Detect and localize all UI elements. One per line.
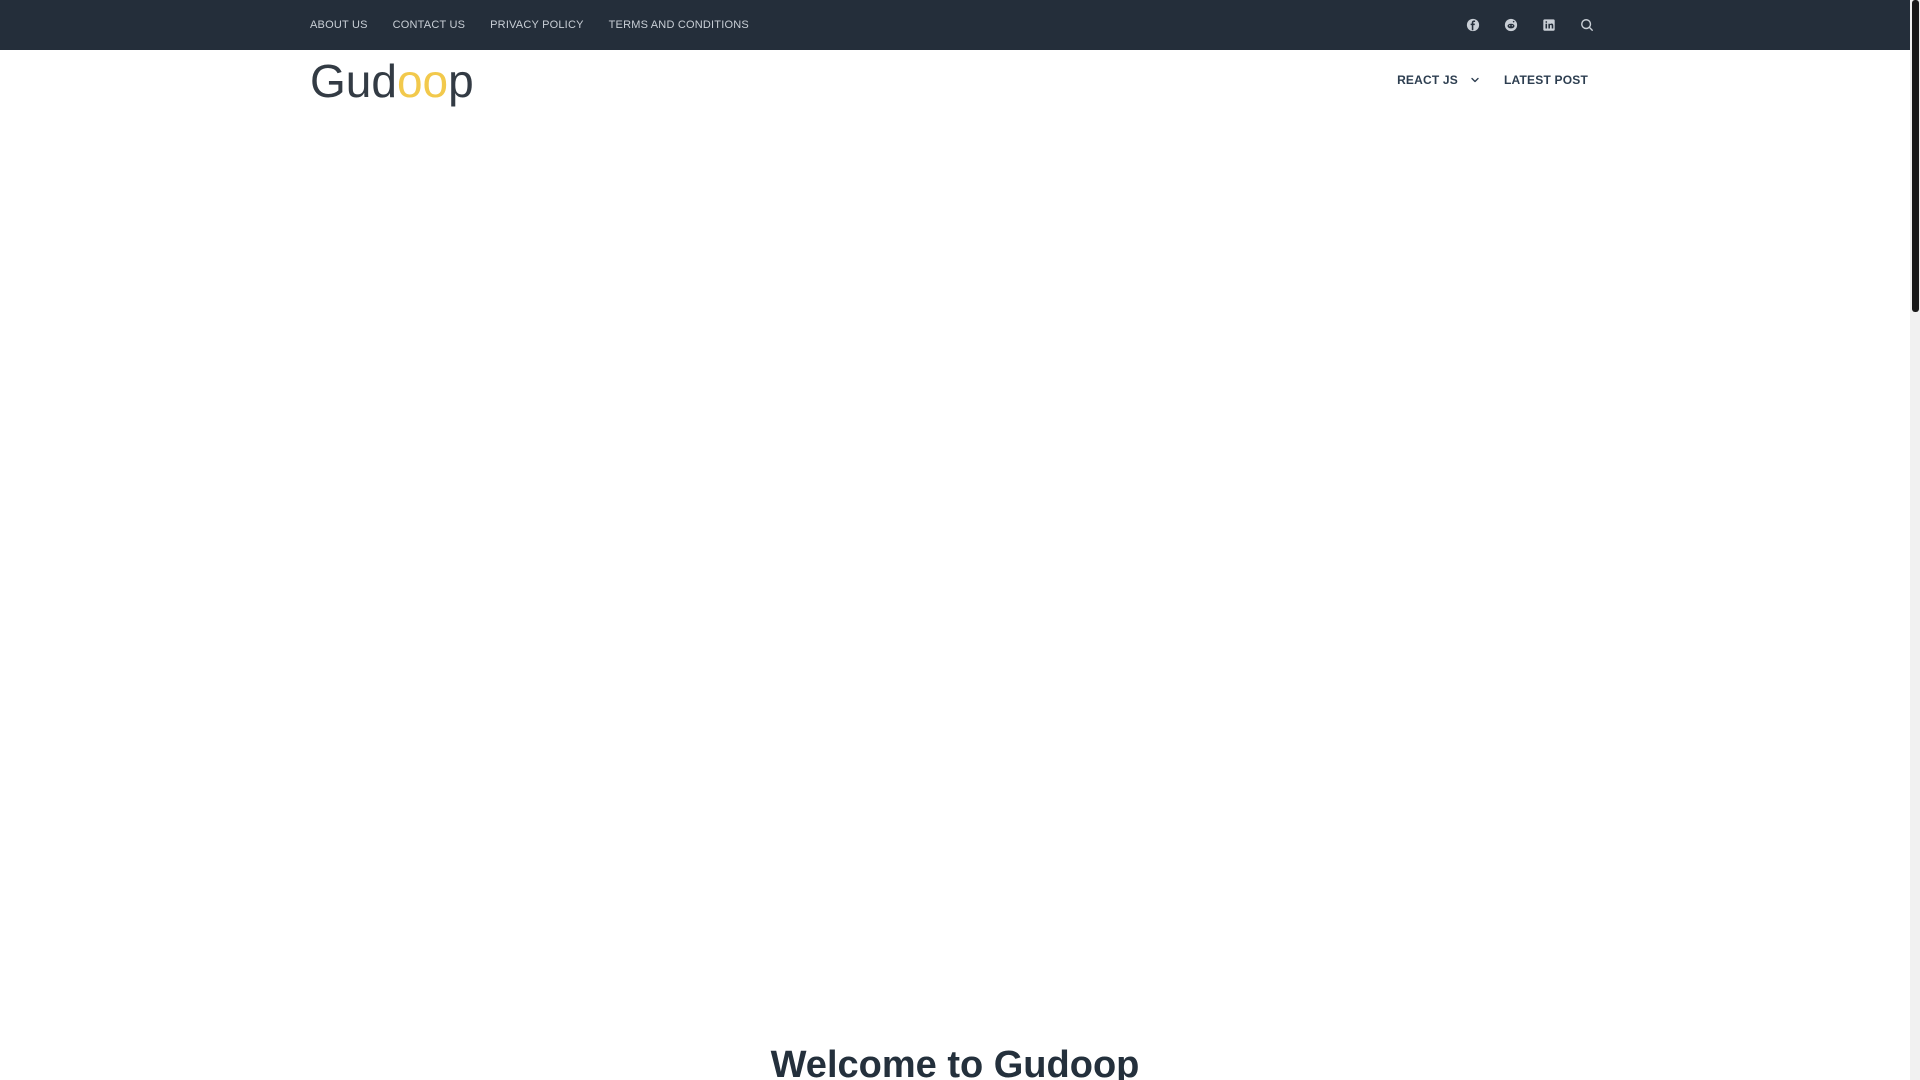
logo-text-gud: Gud (310, 55, 397, 107)
site-logo[interactable]: Gudoop (310, 56, 474, 106)
linkedin-icon[interactable] (1541, 17, 1557, 33)
nav-react-js-label: REACT JS (1397, 73, 1459, 87)
top-nav: ABOUT US CONTACT US PRIVACY POLICY TERMS… (310, 0, 774, 50)
site-header: Gudoop REACT JS LATEST POST (0, 50, 1910, 110)
top-nav-privacy-policy[interactable]: PRIVACY POLICY (490, 0, 583, 50)
logo-text-oo: oo (396, 55, 449, 107)
reddit-icon[interactable] (1503, 17, 1519, 33)
nav-react-js[interactable]: REACT JS (1397, 73, 1480, 87)
facebook-icon[interactable] (1465, 17, 1481, 33)
nav-latest-post[interactable]: LATEST POST (1504, 73, 1588, 87)
hero-title: Welcome to Gudoop (770, 1044, 1140, 1080)
scrollbar-thumb[interactable] (1912, 0, 1919, 312)
chevron-down-icon (1470, 75, 1480, 85)
social-links (1465, 0, 1595, 50)
top-nav-terms-and-conditions[interactable]: TERMS AND CONDITIONS (609, 0, 749, 50)
page: ABOUT US CONTACT US PRIVACY POLICY TERMS… (0, 0, 1920, 1080)
search-icon[interactable] (1579, 17, 1595, 33)
logo-text-p: p (448, 55, 474, 107)
top-nav-contact-us[interactable]: CONTACT US (393, 0, 466, 50)
main-nav: REACT JS LATEST POST (1373, 50, 1588, 110)
page-scrollbar[interactable] (1910, 0, 1920, 1080)
top-nav-about-us[interactable]: ABOUT US (310, 0, 368, 50)
top-bar: ABOUT US CONTACT US PRIVACY POLICY TERMS… (0, 0, 1910, 50)
